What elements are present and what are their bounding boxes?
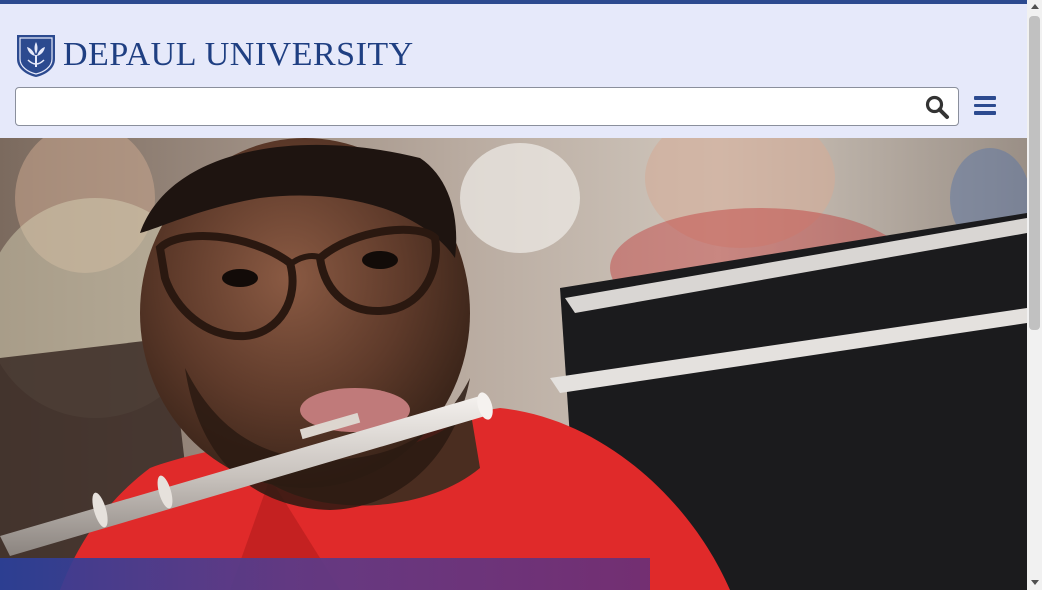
menu-bar-top (974, 96, 996, 100)
student-playing-flute-photo (0, 138, 1027, 590)
page-scrollbar[interactable] (1027, 0, 1042, 590)
site-search-box (15, 87, 959, 126)
scroll-down-arrow-icon[interactable] (1031, 580, 1039, 585)
logo-wordmark: DEPAUL UNIVERSITY (63, 38, 414, 72)
menu-bar-middle (974, 103, 996, 107)
depaul-logo-link[interactable]: DEPAUL UNIVERSITY (15, 33, 414, 77)
logo-text-paul: PAUL (109, 36, 196, 73)
search-input[interactable] (16, 88, 911, 125)
site-header: DEPAUL UNIVERSITY (0, 4, 1027, 138)
scroll-up-arrow-icon[interactable] (1031, 4, 1039, 9)
logo-text-de: DE (63, 36, 110, 73)
logo-text-university: UNIVERSITY (204, 36, 414, 73)
scrollbar-thumb[interactable] (1029, 16, 1040, 330)
hero-banner (0, 138, 1027, 590)
search-icon[interactable] (924, 94, 950, 120)
menu-bar-bottom (974, 111, 996, 115)
depaul-shield-icon (17, 35, 55, 77)
hamburger-menu-icon[interactable] (974, 96, 998, 116)
hero-caption-band (0, 558, 650, 590)
